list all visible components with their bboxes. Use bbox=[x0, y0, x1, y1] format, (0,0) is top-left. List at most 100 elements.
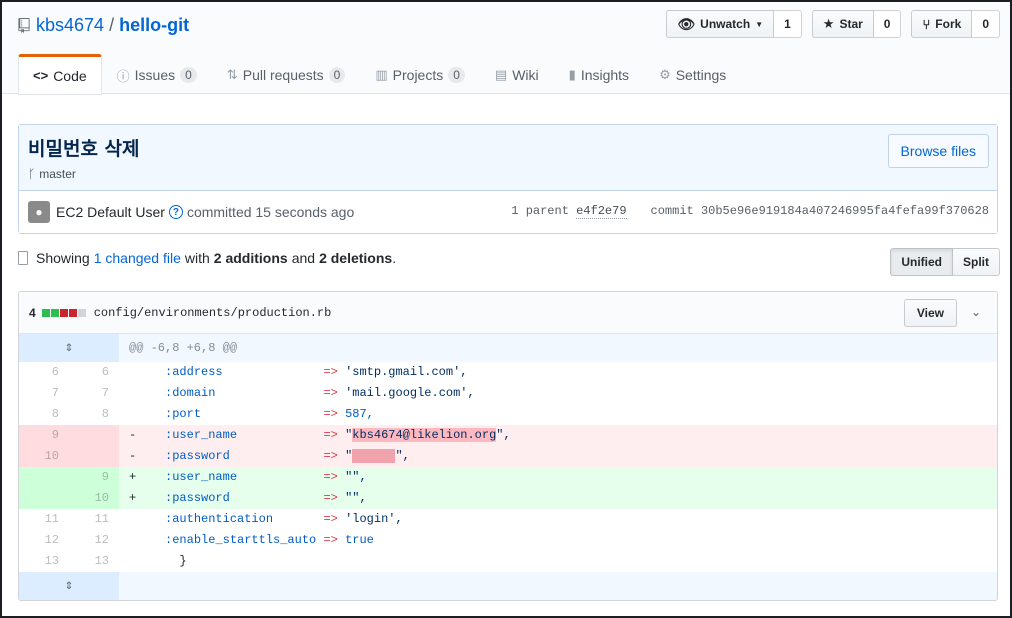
new-line-number[interactable]: 11 bbox=[69, 509, 119, 530]
branch-name[interactable]: master bbox=[39, 167, 76, 181]
code-key: :enable_starttls_auto bbox=[165, 533, 317, 547]
eye-icon: 👁 bbox=[677, 15, 696, 32]
new-line-number[interactable]: 7 bbox=[69, 383, 119, 404]
new-line-number[interactable]: 12 bbox=[69, 530, 119, 551]
code-padding bbox=[237, 470, 323, 484]
code-arrow: => bbox=[323, 449, 346, 463]
code-key: :password bbox=[165, 449, 230, 463]
code-value: "", bbox=[345, 470, 367, 484]
tab-pull-requests[interactable]: ⇅ Pull requests 0 bbox=[212, 54, 361, 94]
diff-line: 12 12 :enable_starttls_auto => true bbox=[19, 530, 997, 551]
commit-title: 비밀번호 삭제 bbox=[28, 138, 140, 160]
code-arrow: => bbox=[323, 365, 346, 379]
code-line: + :user_name => "", bbox=[119, 467, 997, 488]
old-line-number[interactable]: 9 bbox=[19, 425, 69, 446]
fork-button[interactable]: ⑂ Fork bbox=[911, 10, 973, 38]
avatar[interactable]: ● bbox=[28, 201, 50, 223]
unwatch-button[interactable]: 👁 Unwatch ▼ bbox=[666, 10, 775, 38]
watchers-count[interactable]: 1 bbox=[774, 10, 802, 38]
tab-projects[interactable]: ▥ Projects 0 bbox=[360, 54, 480, 94]
deletions-count: 2 deletions bbox=[319, 250, 393, 266]
fork-group: ⑂ Fork 0 bbox=[911, 10, 1000, 38]
hunk-footer-blank bbox=[119, 572, 997, 600]
unified-button[interactable]: Unified bbox=[890, 248, 953, 276]
parent-info: 1 parent e4f2e79 bbox=[511, 204, 627, 219]
diff-lines: 66 :address => 'smtp.gmail.com', 7 7 :doma… bbox=[19, 362, 997, 572]
code-arrow: => bbox=[323, 470, 346, 484]
issue-opened-icon: ⓘ bbox=[116, 68, 130, 84]
code-value: true bbox=[345, 533, 374, 547]
new-line-number[interactable]: 8 bbox=[69, 404, 119, 425]
tab-issues[interactable]: ⓘ Issues 0 bbox=[102, 54, 212, 94]
repo-name-link[interactable]: hello-git bbox=[119, 15, 189, 36]
code-line: :address => 'smtp.gmail.com', bbox=[119, 362, 997, 383]
tab-wiki[interactable]: ▤ Wiki bbox=[480, 54, 554, 94]
stargazers-count[interactable]: 0 bbox=[873, 10, 902, 38]
code-line: - :password => "██████", bbox=[119, 446, 997, 467]
star-button[interactable]: ★ Star bbox=[811, 10, 874, 38]
old-line-number[interactable] bbox=[19, 467, 69, 488]
expand-up-icon[interactable]: ⇕ bbox=[19, 334, 119, 362]
redacted-value: "██████", bbox=[345, 449, 410, 463]
tab-code-label: Code bbox=[53, 67, 87, 84]
chevron-down-icon[interactable]: ⌄ bbox=[971, 305, 981, 319]
parent-sha-link[interactable]: e4f2e79 bbox=[576, 204, 627, 219]
code-line: :port => 587, bbox=[119, 404, 997, 425]
file-diff-icon bbox=[18, 251, 28, 265]
fork-icon: ⑂ bbox=[922, 16, 931, 32]
old-line-number[interactable]: 6 bbox=[19, 362, 69, 383]
code-arrow: => bbox=[323, 512, 346, 526]
expand-down-icon[interactable]: ⇕ bbox=[19, 572, 119, 600]
diff-sign: - bbox=[129, 428, 166, 442]
forks-count[interactable]: 0 bbox=[972, 10, 1000, 38]
repo-nav: <> Code ⓘ Issues 0 ⇅ Pull requests 0 ▥ P… bbox=[18, 54, 741, 95]
tab-settings[interactable]: ⚙ Settings bbox=[644, 54, 741, 94]
gear-icon: ⚙ bbox=[659, 67, 671, 82]
diffstat-blocks bbox=[41, 308, 86, 317]
old-line-number[interactable]: 13 bbox=[19, 551, 69, 572]
tab-code[interactable]: <> Code bbox=[18, 54, 102, 95]
split-button[interactable]: Split bbox=[953, 248, 1000, 276]
browse-files-button[interactable]: Browse files bbox=[887, 134, 989, 168]
code-line: :enable_starttls_auto => true bbox=[119, 530, 997, 551]
old-line-number[interactable]: 8 bbox=[19, 404, 69, 425]
code-arrow: => bbox=[323, 533, 346, 547]
code-key: :domain bbox=[165, 386, 216, 400]
tab-pulls-label: Pull requests bbox=[242, 67, 324, 83]
commit-info: commit 30b5e96e919184a407246995fa4fefa99… bbox=[651, 204, 989, 218]
old-line-number[interactable]: 12 bbox=[19, 530, 69, 551]
commit-time: committed 15 seconds ago bbox=[186, 204, 355, 220]
hunk-text: @@ -6,8 +6,8 @@ bbox=[129, 341, 238, 355]
new-line-number[interactable] bbox=[69, 425, 119, 446]
old-line-number[interactable]: 10 bbox=[19, 446, 69, 467]
new-line-number[interactable]: 13 bbox=[69, 551, 119, 572]
graph-icon: ▮ bbox=[568, 67, 576, 82]
new-line-number[interactable] bbox=[69, 446, 119, 467]
diff-sign: - bbox=[129, 449, 166, 463]
tab-insights[interactable]: ▮ Insights bbox=[554, 54, 644, 94]
new-line-number[interactable]: 10 bbox=[69, 488, 119, 509]
toc-showing: Showing bbox=[36, 250, 90, 266]
question-icon[interactable]: ? bbox=[168, 205, 183, 219]
file-path[interactable]: config/environments/production.rb bbox=[94, 306, 332, 320]
old-line-number[interactable]: 7 bbox=[19, 383, 69, 404]
git-branch-icon: ᚴ bbox=[28, 167, 36, 181]
changed-files-link[interactable]: 1 changed file bbox=[94, 250, 181, 266]
code-line: - :user_name => "kbs4674@likelion.org", bbox=[119, 425, 997, 446]
code-line: + :password => "", bbox=[119, 488, 997, 509]
diff-sign bbox=[129, 554, 165, 568]
view-file-button[interactable]: View bbox=[903, 299, 957, 327]
code-value: 'mail.google.com', bbox=[345, 386, 475, 400]
old-line-number[interactable]: 11 bbox=[19, 509, 69, 530]
old-line-number[interactable] bbox=[19, 488, 69, 509]
hunk-header: ⇕ @@ -6,8 +6,8 @@ bbox=[19, 334, 997, 362]
repo-owner-link[interactable]: kbs4674 bbox=[36, 15, 104, 36]
diff-line: 10 - :password => "██████", bbox=[19, 446, 997, 467]
diff-view-switch: Unified Split bbox=[890, 248, 1000, 276]
new-line-number[interactable]: 9 bbox=[69, 467, 119, 488]
caret-down-icon: ▼ bbox=[755, 19, 764, 29]
commit-box: 비밀번호 삭제 ᚴ master Browse files ● EC2 Defa… bbox=[18, 124, 998, 234]
diff-sign: + bbox=[129, 470, 166, 484]
new-line-number[interactable]: 6 bbox=[69, 362, 119, 383]
diffstat-block-added bbox=[50, 308, 59, 317]
